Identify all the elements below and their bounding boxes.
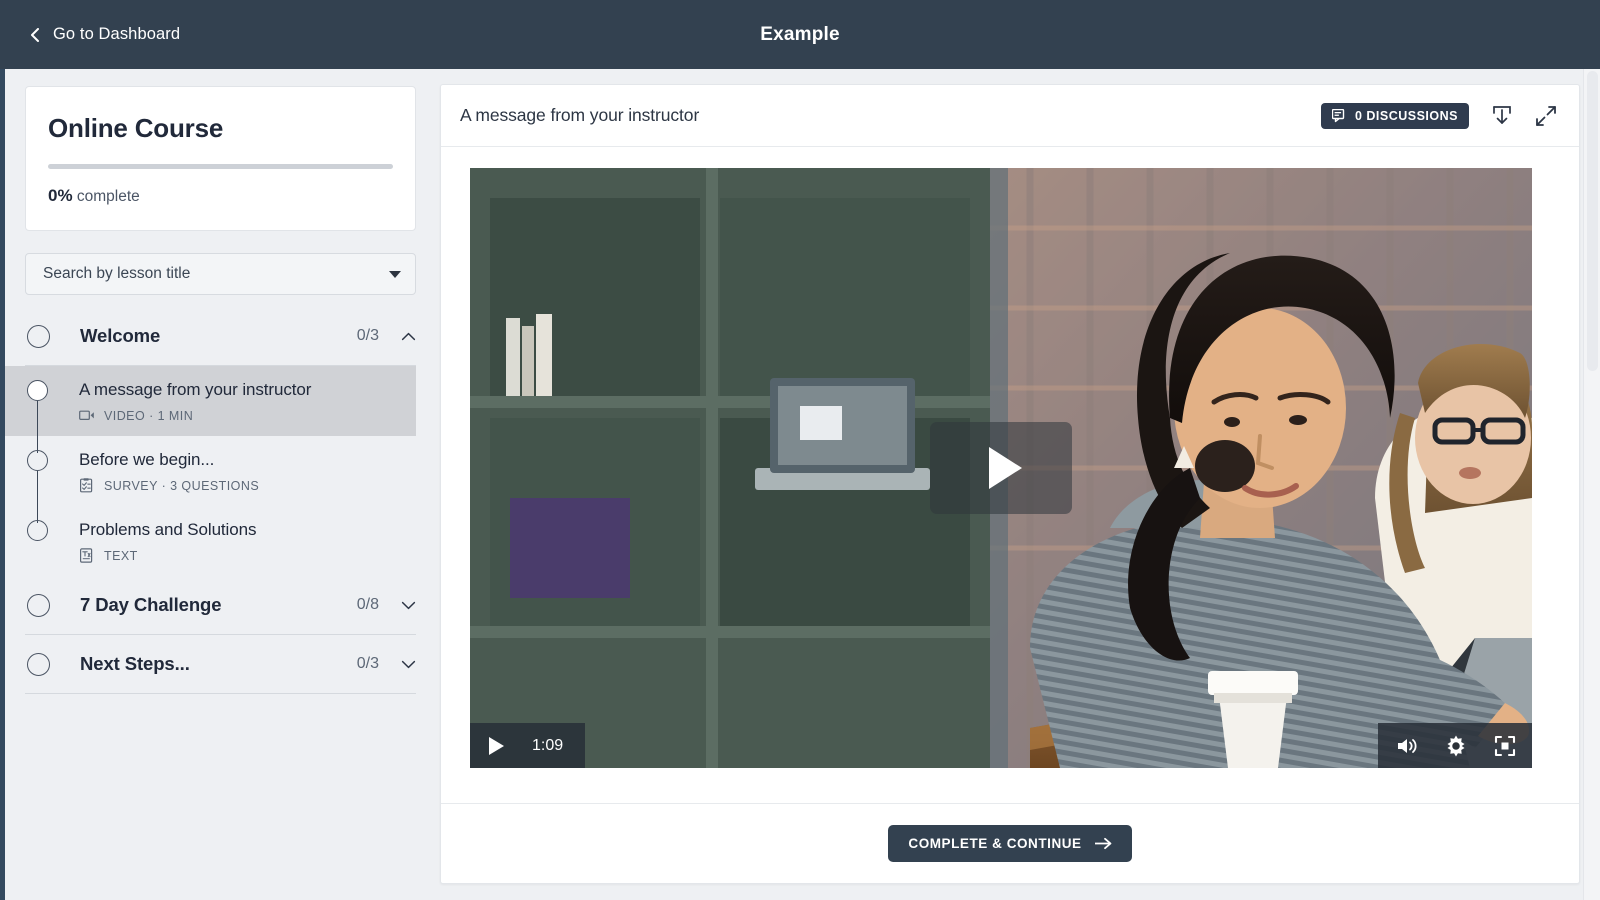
- search-input[interactable]: Search by lesson title: [43, 265, 389, 283]
- discussions-button[interactable]: 0 DISCUSSIONS: [1321, 103, 1469, 129]
- section-status-circle: [27, 653, 50, 676]
- chevron-down-icon: [389, 271, 401, 278]
- lesson-marker: [27, 450, 50, 471]
- top-bar: Go to Dashboard Example: [0, 0, 1600, 69]
- lesson-body: A message from your instructor VIDEO · 1 …: [79, 380, 311, 423]
- video-current-time: 1:09: [532, 737, 563, 755]
- lesson-list: A message from your instructor VIDEO · 1 …: [25, 366, 416, 576]
- section-progress-count: 0/8: [357, 596, 379, 614]
- section-status-circle: [27, 325, 50, 348]
- lesson-row[interactable]: Before we begin... SURVEY · 3 QUESTIONS: [25, 436, 416, 506]
- complete-and-continue-button[interactable]: COMPLETE & CONTINUE: [888, 825, 1131, 862]
- scrollbar-thumb[interactable]: [1587, 71, 1598, 371]
- go-to-dashboard-label: Go to Dashboard: [53, 25, 180, 44]
- section-progress-count: 0/3: [357, 327, 379, 345]
- survey-icon: [79, 478, 95, 493]
- course-section: Welcome0/3: [25, 307, 416, 366]
- lesson-content-header: A message from your instructor 0 DISCUSS…: [441, 85, 1579, 147]
- lesson-meta: SURVEY · 3 QUESTIONS: [79, 478, 259, 493]
- video-play-overlay-button[interactable]: [930, 422, 1072, 514]
- lesson-heading: A message from your instructor: [460, 105, 1321, 126]
- go-to-dashboard-link[interactable]: Go to Dashboard: [28, 25, 180, 44]
- course-title: Online Course: [48, 113, 393, 144]
- section-status-circle: [27, 594, 50, 617]
- section-title: Welcome: [80, 325, 357, 347]
- course-section: 7 Day Challenge0/8: [25, 576, 416, 635]
- section-header-welcome[interactable]: Welcome0/3: [25, 307, 416, 365]
- volume-icon[interactable]: [1396, 736, 1418, 756]
- progress-percent: 0%: [48, 186, 73, 205]
- section-divider: [25, 693, 416, 694]
- play-icon[interactable]: [489, 737, 504, 755]
- lesson-row[interactable]: A message from your instructor VIDEO · 1 …: [25, 366, 416, 436]
- lesson-meta: TEXT: [79, 548, 256, 563]
- lesson-meta: VIDEO · 1 MIN: [79, 408, 311, 423]
- lesson-marker: [27, 380, 50, 401]
- search-lesson-select[interactable]: Search by lesson title: [25, 253, 416, 295]
- lesson-status-circle: [27, 520, 48, 541]
- video-controls-left: 1:09: [470, 723, 585, 768]
- lesson-status-circle: [27, 450, 48, 471]
- course-progress-card: Online Course 0% complete: [25, 86, 416, 231]
- complete-and-continue-label: COMPLETE & CONTINUE: [908, 836, 1081, 851]
- video-area: 1:09: [441, 147, 1579, 768]
- lesson-body: Before we begin... SURVEY · 3 QUESTIONS: [79, 450, 259, 493]
- progress-suffix: complete: [77, 188, 140, 205]
- lesson-row[interactable]: Problems and Solutions TEXT: [25, 506, 416, 576]
- arrow-right-icon: [1095, 837, 1112, 850]
- chevron-down-icon: [401, 660, 416, 669]
- section-list: Welcome0/3A message from your instructor…: [5, 307, 440, 694]
- progress-bar: [48, 164, 393, 169]
- expand-arrows-icon[interactable]: [1535, 105, 1557, 127]
- discussions-label: 0 DISCUSSIONS: [1355, 109, 1458, 123]
- progress-label: 0% complete: [48, 186, 393, 206]
- section-title: Next Steps...: [80, 653, 357, 675]
- video-controls-right: [1378, 723, 1532, 768]
- lesson-meta-label: VIDEO · 1 MIN: [104, 409, 193, 423]
- lesson-title: Problems and Solutions: [79, 520, 256, 540]
- video-player[interactable]: 1:09: [470, 168, 1532, 768]
- lesson-meta-label: SURVEY · 3 QUESTIONS: [104, 479, 259, 493]
- lesson-content-panel: A message from your instructor 0 DISCUSS…: [440, 84, 1580, 884]
- page-scrollbar[interactable]: [1583, 69, 1600, 900]
- lesson-marker: [27, 520, 50, 541]
- page-body: Online Course 0% complete Search by less…: [0, 69, 1600, 900]
- fullscreen-icon[interactable]: [1494, 735, 1516, 757]
- video-icon: [79, 408, 95, 423]
- course-section: Next Steps...0/3: [25, 635, 416, 694]
- gear-icon[interactable]: [1445, 735, 1467, 757]
- lesson-status-circle: [27, 380, 48, 401]
- chevron-left-icon: [28, 28, 42, 42]
- lesson-meta-label: TEXT: [104, 549, 138, 563]
- lesson-footer: COMPLETE & CONTINUE: [441, 803, 1579, 883]
- section-progress-count: 0/3: [357, 655, 379, 673]
- course-sidebar: Online Course 0% complete Search by less…: [0, 69, 440, 900]
- chevron-up-icon: [401, 332, 416, 341]
- text-icon: [79, 548, 95, 563]
- section-title: 7 Day Challenge: [80, 594, 357, 616]
- lesson-title: A message from your instructor: [79, 380, 311, 400]
- lesson-title: Before we begin...: [79, 450, 259, 470]
- section-header-next-steps[interactable]: Next Steps...0/3: [25, 635, 416, 693]
- lesson-body: Problems and Solutions TEXT: [79, 520, 256, 563]
- download-icon[interactable]: [1491, 105, 1513, 127]
- play-icon: [989, 447, 1022, 489]
- section-header-7-day-challenge[interactable]: 7 Day Challenge0/8: [25, 576, 416, 634]
- chevron-down-icon: [401, 601, 416, 610]
- lesson-connector-line: [37, 401, 38, 453]
- comment-icon: [1332, 109, 1347, 123]
- page-title: Example: [0, 24, 1600, 46]
- lesson-connector-line: [37, 471, 38, 523]
